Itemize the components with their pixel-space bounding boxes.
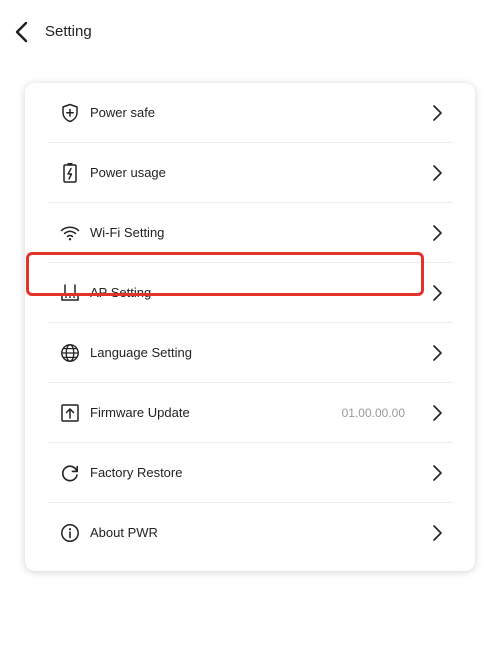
settings-card: Power safe Power usage Wi-Fi Setting AP … xyxy=(25,83,475,571)
globe-icon xyxy=(59,342,81,364)
chevron-right-icon xyxy=(427,523,447,543)
chevron-right-icon xyxy=(427,283,447,303)
menu-item-label: Factory Restore xyxy=(90,465,183,480)
menu-item-power-usage[interactable]: Power usage xyxy=(47,143,453,203)
menu-item-ap-setting[interactable]: AP Setting xyxy=(47,263,453,323)
menu-item-language-setting[interactable]: Language Setting xyxy=(47,323,453,383)
router-icon xyxy=(59,282,81,304)
wifi-icon xyxy=(59,222,81,244)
menu-item-label: Power safe xyxy=(90,105,156,120)
chevron-right-icon xyxy=(427,163,447,183)
menu-item-firmware-update[interactable]: Firmware Update 01.00.00.00 xyxy=(47,383,453,443)
chevron-right-icon xyxy=(427,343,447,363)
upload-icon xyxy=(59,402,81,424)
menu-item-label: Power usage xyxy=(90,165,166,180)
menu-item-about-pwr[interactable]: About PWR xyxy=(47,503,453,563)
menu-item-label: AP Setting xyxy=(90,285,152,300)
menu-item-factory-restore[interactable]: Factory Restore xyxy=(47,443,453,503)
header: Setting xyxy=(0,0,500,64)
back-button[interactable] xyxy=(8,18,36,46)
menu-item-power-safe[interactable]: Power safe xyxy=(47,83,453,143)
menu-item-label: Firmware Update xyxy=(90,405,190,420)
menu-item-wifi-setting[interactable]: Wi-Fi Setting xyxy=(47,203,453,263)
menu-item-label: About PWR xyxy=(90,525,158,540)
chevron-right-icon xyxy=(427,103,447,123)
chevron-left-icon xyxy=(15,21,28,43)
page-title: Setting xyxy=(45,23,92,40)
info-icon xyxy=(59,522,81,544)
chevron-right-icon xyxy=(427,223,447,243)
restore-icon xyxy=(59,462,81,484)
firmware-version: 01.00.00.00 xyxy=(341,406,405,420)
menu-item-label: Wi-Fi Setting xyxy=(90,225,165,240)
menu-item-label: Language Setting xyxy=(90,345,192,360)
shield-plus-icon xyxy=(59,102,81,124)
battery-bolt-icon xyxy=(59,162,81,184)
chevron-right-icon xyxy=(427,403,447,423)
chevron-right-icon xyxy=(427,463,447,483)
